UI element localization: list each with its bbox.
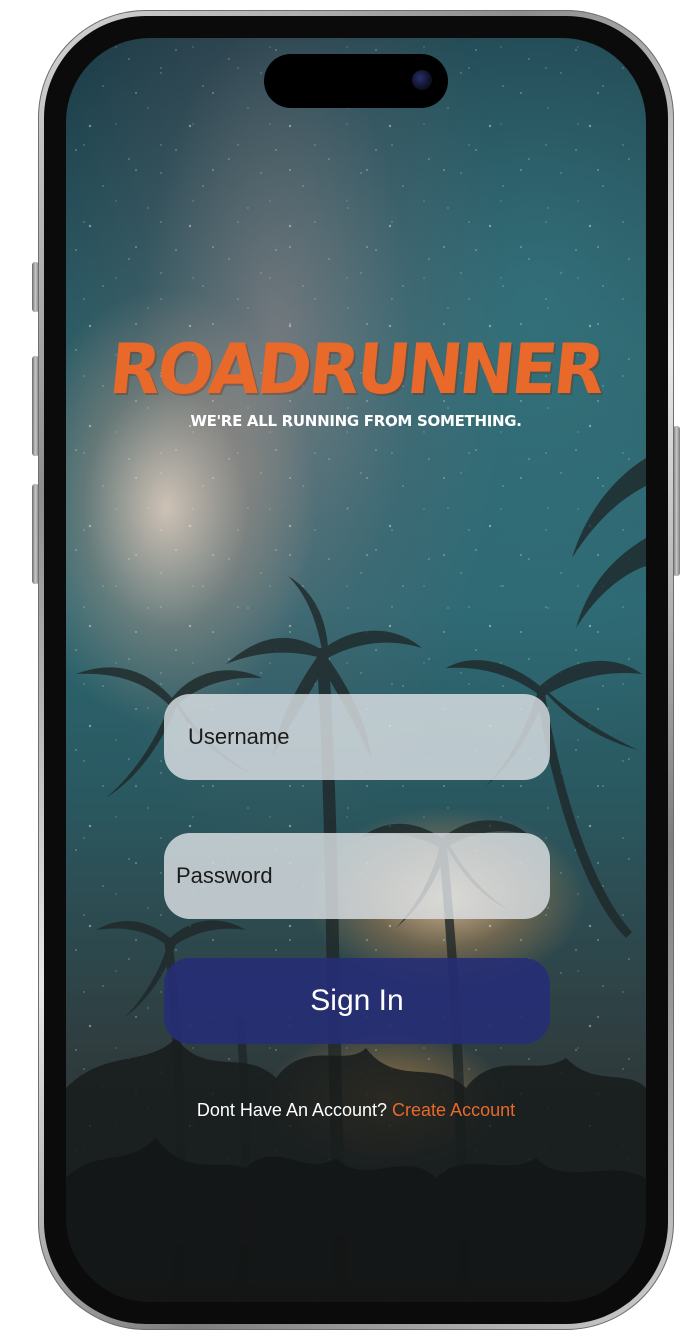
app-logo: ROADRUNNER: [106, 329, 607, 410]
username-input[interactable]: [164, 694, 550, 780]
dynamic-island: [264, 54, 448, 108]
create-account-prompt: Dont Have An Account? Create Account: [66, 1100, 646, 1121]
app-screen: ROADRUNNER WE'RE ALL RUNNING FROM SOMETH…: [66, 38, 646, 1302]
brand-header: ROADRUNNER WE'RE ALL RUNNING FROM SOMETH…: [66, 329, 646, 430]
no-account-text: Dont Have An Account?: [196, 1100, 388, 1120]
create-account-link[interactable]: Create Account: [392, 1100, 515, 1120]
power-button: [673, 426, 680, 576]
app-tagline: WE'RE ALL RUNNING FROM SOMETHING.: [190, 412, 522, 430]
password-input[interactable]: [164, 833, 550, 919]
sign-in-button[interactable]: Sign In: [164, 958, 550, 1044]
device-stage: ROADRUNNER WE'RE ALL RUNNING FROM SOMETH…: [0, 0, 694, 1338]
front-camera-icon: [412, 70, 432, 90]
